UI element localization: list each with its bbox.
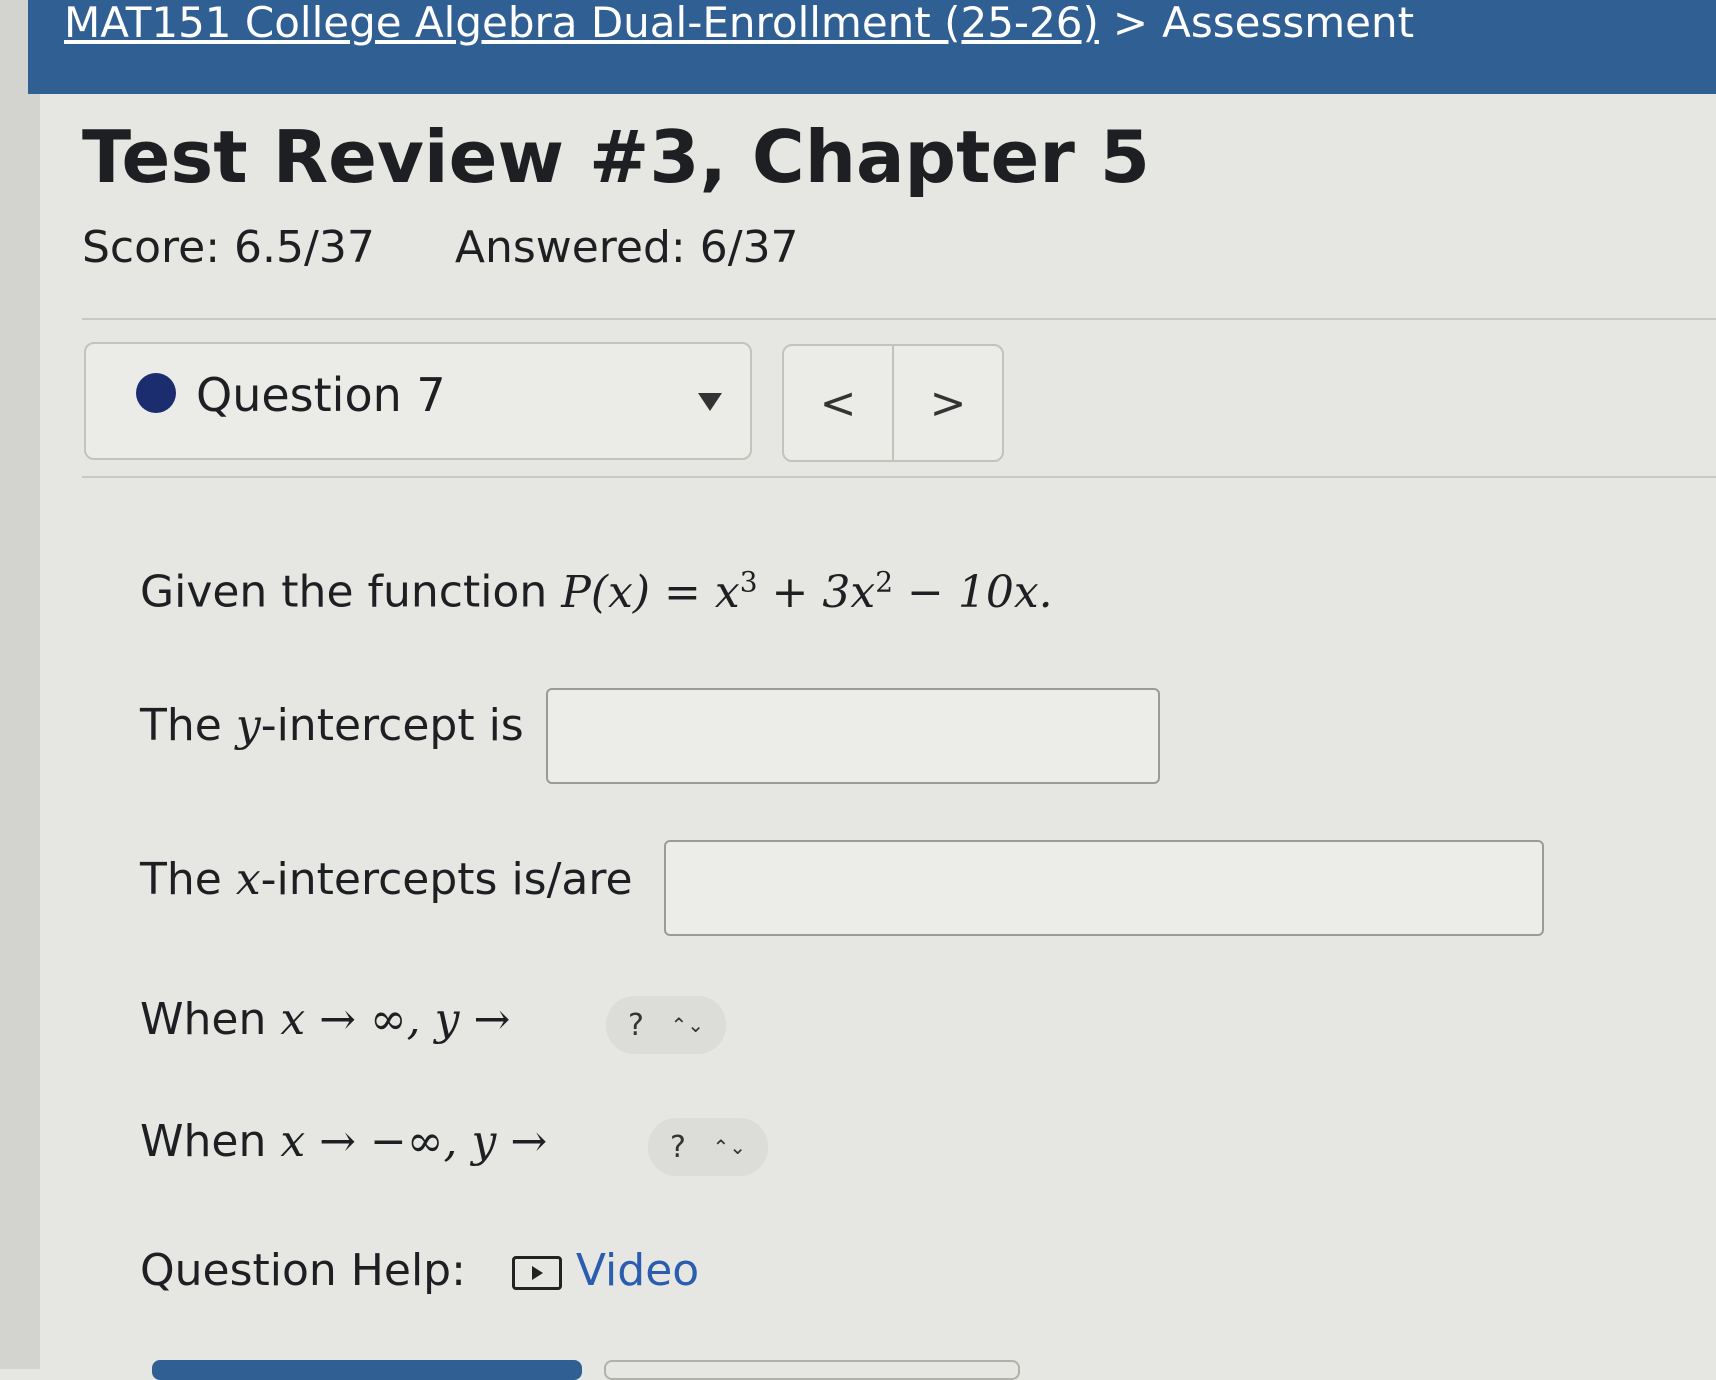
breadcrumb-course-link[interactable]: MAT151 College Algebra Dual-Enrollment (… [64, 0, 1099, 47]
question-nav-buttons: < > [782, 344, 1004, 462]
end-behavior-negative-select[interactable]: ? ⌃⌄ [648, 1118, 768, 1176]
answered-text: Answered: 6/37 [454, 222, 799, 273]
select-arrows-icon: ⌃⌄ [670, 1013, 704, 1037]
score-text: Score: 6.5/37 [82, 222, 375, 273]
breadcrumb: MAT151 College Algebra Dual-Enrollment (… [64, 0, 1414, 47]
function-statement: Given the function P(x) = x3 + 3x2 − 10x… [140, 565, 1053, 618]
video-help-link[interactable]: Video [576, 1245, 699, 1296]
breadcrumb-separator: > [1112, 0, 1149, 47]
submit-button[interactable] [152, 1360, 582, 1380]
y-intercept-prompt: The y-intercept is [140, 700, 524, 751]
page-left-edge [0, 0, 40, 1369]
page-title: Test Review #3, Chapter 5 [82, 115, 1151, 199]
question-help-label: Question Help: [140, 1245, 466, 1296]
secondary-button[interactable] [604, 1360, 1020, 1380]
x-intercepts-prompt: The x-intercepts is/are [140, 854, 633, 905]
next-question-button[interactable]: > [892, 346, 1002, 460]
chevron-down-icon [698, 393, 722, 411]
end-behavior-positive: When x → ∞, y → [140, 994, 511, 1045]
score-summary: Score: 6.5/37 Answered: 6/37 [82, 222, 799, 273]
function-intro: Given the function [140, 566, 548, 618]
divider-top [82, 318, 1716, 320]
video-play-icon[interactable] [511, 1256, 562, 1290]
question-status-dot-icon [136, 373, 176, 413]
end-behavior-negative: When x → −∞, y → [140, 1116, 548, 1167]
y-intercept-input[interactable] [546, 688, 1160, 784]
breadcrumb-current: Assessment [1162, 0, 1415, 47]
question-select-dropdown[interactable]: Question 7 [84, 342, 752, 460]
divider-bottom [82, 476, 1716, 478]
question-select-label: Question 7 [196, 368, 446, 422]
function-formula: P(x) = x3 + 3x2 − 10x. [561, 565, 1053, 618]
top-header-bar: MAT151 College Algebra Dual-Enrollment (… [28, 0, 1716, 94]
x-intercepts-input[interactable] [664, 840, 1544, 936]
select-arrows-icon: ⌃⌄ [712, 1135, 746, 1159]
end-behavior-positive-select[interactable]: ? ⌃⌄ [606, 996, 726, 1054]
previous-question-button[interactable]: < [784, 346, 892, 460]
question-help: Question Help: Video [140, 1245, 699, 1296]
